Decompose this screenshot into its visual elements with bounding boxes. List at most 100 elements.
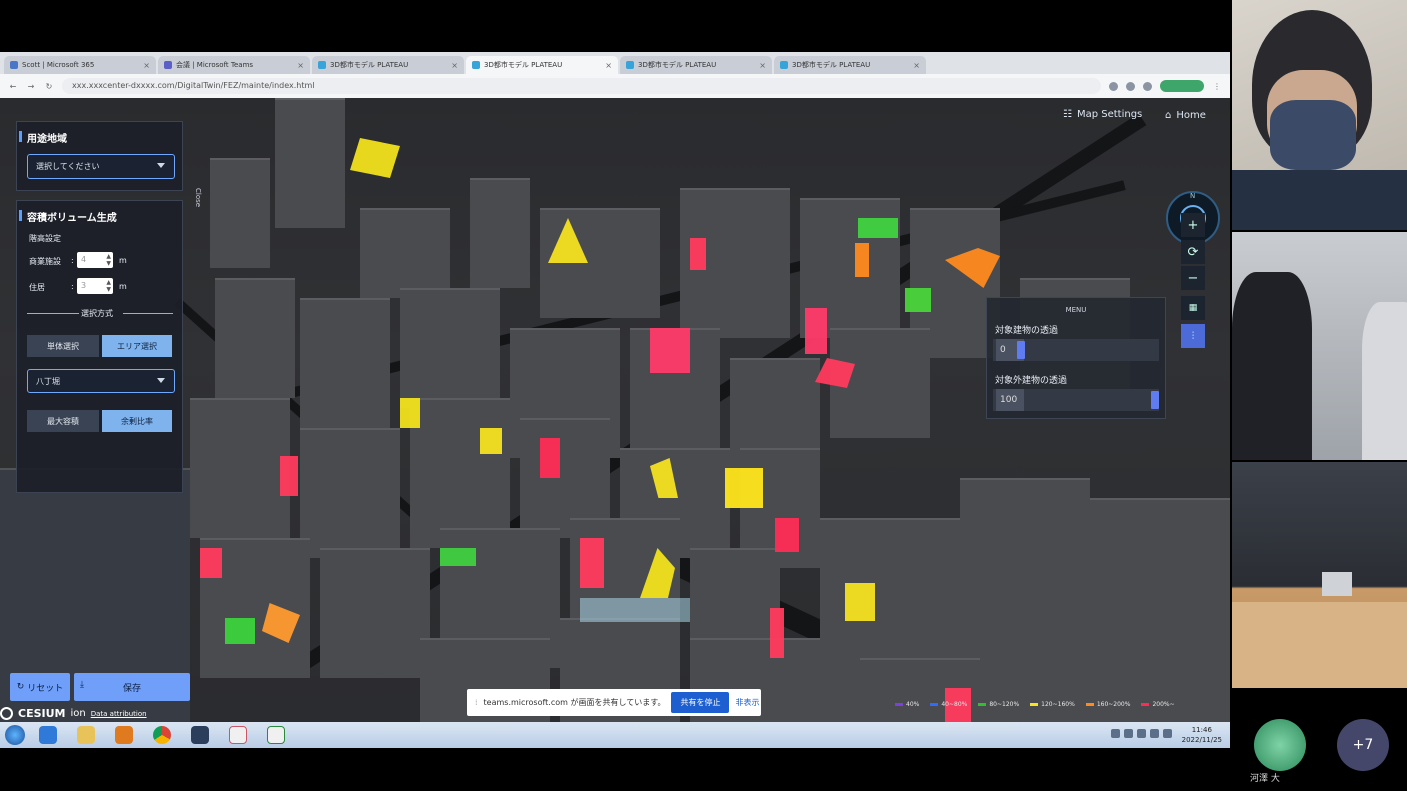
clock-date: 2022/11/25 (1181, 736, 1222, 744)
taskbar-media[interactable] (106, 723, 142, 747)
folder-icon (77, 726, 95, 744)
cesium-suffix: ion (70, 708, 86, 719)
legend-swatch (1085, 702, 1094, 706)
layers-button[interactable]: ⫶ (1181, 324, 1205, 348)
commercial-height-value: 4 (81, 255, 87, 264)
taskbar-explorer[interactable] (68, 723, 104, 747)
profile-button[interactable] (1160, 80, 1204, 92)
back-icon[interactable]: ← (8, 82, 18, 91)
browser-tab-active[interactable]: 3D都市モデル PLATEAU × (466, 56, 618, 74)
reset-icon: ↻ (16, 682, 25, 692)
close-icon[interactable]: × (297, 61, 304, 70)
close-panel-tab[interactable]: Close (190, 188, 202, 222)
map-settings-button[interactable]: ☷ Map Settings (1063, 109, 1142, 120)
legend-item: 80~120% (978, 701, 1019, 708)
tab-label: 3D都市モデル PLATEAU (792, 61, 871, 69)
area-select[interactable]: 八丁堀 (27, 369, 175, 393)
tray-icon[interactable] (1150, 729, 1159, 738)
zoning-select[interactable]: 選択してください (27, 154, 175, 179)
zoom-out-button[interactable]: − (1181, 266, 1205, 290)
legend-item: 120~160% (1030, 701, 1075, 708)
reload-icon[interactable]: ↻ (44, 82, 54, 91)
slider-handle[interactable] (1017, 341, 1025, 359)
close-icon[interactable]: × (759, 61, 766, 70)
extension-icon[interactable] (1143, 81, 1152, 91)
browser-tab[interactable]: 3D都市モデル PLATEAU × (620, 56, 772, 74)
taskbar-spreadsheet[interactable] (258, 723, 294, 747)
taskbar-clock[interactable]: 11:46 2022/11/25 (1182, 725, 1222, 745)
building (360, 208, 450, 298)
forward-icon[interactable]: → (26, 82, 36, 91)
max-volume-button[interactable]: 最大容積 (27, 410, 99, 432)
zoom-in-button[interactable]: + (1181, 213, 1205, 237)
nontarget-transparency-slider[interactable]: 100 (993, 389, 1159, 411)
tray-icon[interactable] (1111, 729, 1120, 738)
volume-highlight (905, 288, 931, 312)
hide-banner-button[interactable]: 非表示 (735, 697, 759, 708)
legend-label: 80~120% (989, 700, 1020, 708)
building (275, 98, 345, 228)
spreadsheet-icon (267, 726, 285, 744)
commercial-height-input[interactable]: 4 ▲ ▼ (77, 252, 113, 268)
participant-avatar[interactable] (1254, 719, 1306, 771)
participant-video (1232, 462, 1407, 688)
area-select-button[interactable]: エリア選択 (102, 335, 172, 357)
rotate-button[interactable]: ⟳ (1181, 240, 1205, 264)
laptop (1322, 572, 1352, 596)
extension-icon[interactable] (1109, 81, 1118, 91)
taskbar-ie[interactable] (30, 723, 66, 747)
volume-panel: 容積ボリューム生成 階高設定 商業施設 : 4 ▲ ▼ m 住居 : 3 ▲ ▼ m… (16, 200, 183, 493)
close-icon[interactable]: × (913, 61, 920, 70)
building (410, 398, 510, 548)
home-button[interactable]: ⌂ Home (1165, 110, 1206, 121)
unit-label: m (119, 256, 127, 265)
zoning-title: 用途地域 (19, 130, 67, 145)
close-icon[interactable]: × (451, 61, 458, 70)
stepper-icon[interactable]: ▲ ▼ (106, 253, 111, 267)
close-icon[interactable]: × (143, 61, 150, 70)
favicon-icon (780, 61, 788, 69)
taskbar-powerpoint[interactable] (220, 723, 256, 747)
tray-icon[interactable] (1124, 729, 1133, 738)
data-attribution-link[interactable]: Data attribution (91, 710, 147, 718)
taskbar-chrome[interactable] (144, 723, 180, 747)
nontarget-transparency-label: 対象外建物の透過 (995, 376, 1068, 386)
reset-button[interactable]: ↻ リセット (10, 673, 70, 701)
area-select-value: 八丁堀 (36, 376, 60, 386)
ruler-button[interactable]: ▦ (1181, 296, 1205, 320)
volume-highlight (805, 308, 827, 354)
browser-tab[interactable]: 会議 | Microsoft Teams × (158, 56, 310, 74)
taskbar-search[interactable] (182, 723, 218, 747)
target-transparency-label: 対象建物の透過 (995, 326, 1059, 336)
more-icon[interactable]: ⋮ (1212, 82, 1222, 91)
tray-icon[interactable] (1163, 729, 1172, 738)
extension-icon[interactable] (1126, 81, 1135, 91)
legend-item: 160~200% (1085, 701, 1130, 708)
stop-sharing-button[interactable]: 共有を停止 (671, 692, 730, 713)
url-input[interactable]: xxx.xxxcenter-dxxxx.com/DigitalTwin/FEZ/… (62, 78, 1101, 94)
home-label: Home (1176, 110, 1206, 121)
building (320, 548, 430, 678)
participant-person (1232, 272, 1312, 460)
browser-tab[interactable]: Scott | Microsoft 365 × (4, 56, 156, 74)
residential-height-input[interactable]: 3 ▲ ▼ (77, 278, 113, 294)
more-participants-button[interactable]: +7 (1337, 719, 1389, 771)
single-select-button[interactable]: 単体選択 (27, 335, 99, 357)
favicon-icon (164, 61, 172, 69)
media-player-icon (115, 726, 133, 744)
browser-tab[interactable]: 3D都市モデル PLATEAU × (312, 56, 464, 74)
drag-handle-icon[interactable]: ⁞ (475, 698, 478, 707)
target-transparency-slider[interactable]: 0 (993, 339, 1159, 361)
stepper-icon[interactable]: ▲ ▼ (106, 279, 111, 293)
windows-logo-icon (5, 725, 25, 745)
slider-handle[interactable] (1151, 391, 1159, 409)
start-button[interactable] (0, 722, 30, 748)
save-button[interactable]: ⤓ 保存 (74, 673, 190, 701)
close-icon[interactable]: × (605, 61, 612, 70)
browser-tab[interactable]: 3D都市モデル PLATEAU × (774, 56, 926, 74)
system-tray (1111, 729, 1172, 738)
tray-icon[interactable] (1137, 729, 1146, 738)
surplus-ratio-button[interactable]: 余剰比率 (102, 410, 172, 432)
volume-highlight (540, 438, 560, 478)
volume-highlight (770, 608, 784, 658)
